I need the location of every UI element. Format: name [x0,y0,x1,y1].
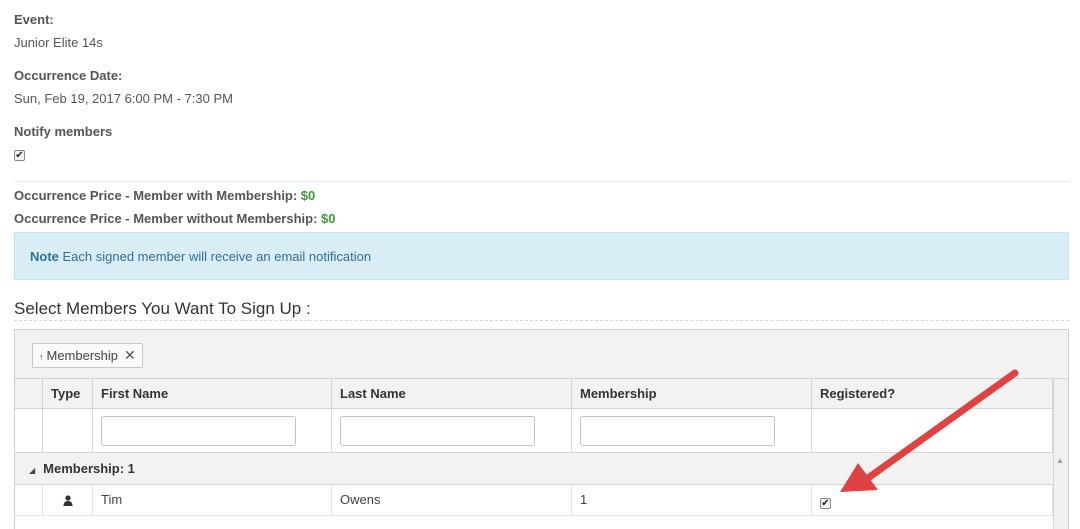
filter-cell-registered [812,409,1053,453]
filter-cell-membership [572,409,812,453]
group-by-bar: ↑ Membership ✕ [15,330,1068,379]
filter-row [15,409,1053,453]
group-chip-membership[interactable]: ↑ Membership ✕ [32,343,143,368]
section-underline [14,320,1069,321]
filter-cell-type [43,409,93,453]
price-without-membership-value: $0 [321,211,336,226]
last-name-filter-input[interactable] [340,416,535,446]
notify-members-checkbox[interactable]: ✔ [14,150,25,161]
occurrence-date-label: Occurrence Date: [14,68,123,83]
filter-cell-group [15,409,43,453]
column-header-type[interactable]: Type [43,379,93,409]
group-chip-label: Membership [46,348,119,363]
price-without-membership: Occurrence Price - Member without Member… [14,211,336,226]
column-header-last-name[interactable]: Last Name [332,379,572,409]
occurrence-date-value: Sun, Feb 19, 2017 6:00 PM - 7:30 PM [14,91,233,106]
row-registered-cell: ✔ [812,485,1053,516]
members-grid: ↑ Membership ✕ Type First Name Last Name M… [14,329,1069,529]
membership-filter-input[interactable] [580,416,775,446]
row-membership: 1 [572,485,812,516]
group-row-membership[interactable]: ◢ Membership: 1 [15,453,1053,485]
section-title: Select Members You Want To Sign Up : [14,299,311,318]
event-value: Junior Elite 14s [14,35,103,50]
column-header-group [15,379,43,409]
notify-members-label: Notify members [14,124,113,139]
price-with-membership-label: Occurrence Price - Member with Membershi… [14,188,298,203]
group-row-label: Membership: 1 [43,461,135,476]
filter-cell-first-name [93,409,332,453]
column-header-first-name[interactable]: First Name [93,379,332,409]
person-icon [63,495,72,507]
collapse-triangle-icon[interactable]: ◢ [29,466,35,475]
price-with-membership-value: $0 [300,188,316,203]
column-header-membership[interactable]: Membership [572,379,812,409]
price-without-membership-label: Occurrence Price - Member without Member… [14,211,318,226]
row-last-name: Owens [332,485,572,516]
table-row[interactable]: Tim Owens 1 ✔ [15,485,1053,516]
close-icon[interactable]: ✕ [124,347,136,363]
vertical-scrollbar[interactable] [1053,379,1068,529]
divider [14,181,1069,182]
row-type-cell [43,485,93,516]
note-alert: Note Each signed member will receive an … [14,232,1069,280]
row-indent-cell [15,485,43,516]
event-label: Event: [14,12,54,27]
first-name-filter-input[interactable] [101,416,296,446]
note-title: Note [30,249,59,264]
sort-up-icon: ↑ [39,352,44,362]
filter-cell-last-name [332,409,572,453]
scroll-up-icon[interactable]: ▲ [1056,456,1064,465]
registered-checkbox[interactable]: ✔ [820,498,831,509]
note-text: Each signed member will receive an email… [62,249,372,264]
price-with-membership: Occurrence Price - Member with Membershi… [14,188,315,203]
column-header-registered[interactable]: Registered? [812,379,1053,409]
row-first-name: Tim [93,485,332,516]
